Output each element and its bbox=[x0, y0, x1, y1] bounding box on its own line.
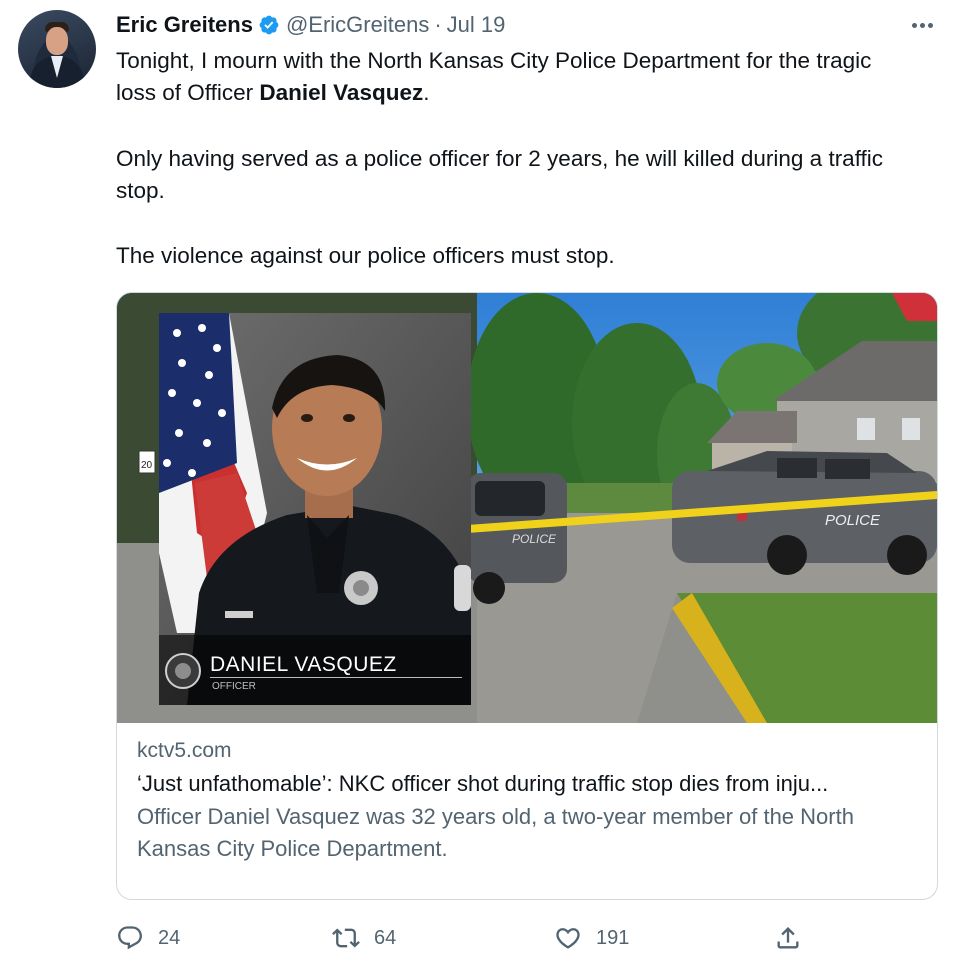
like-count: 191 bbox=[596, 926, 630, 949]
author-name[interactable]: Eric Greitens bbox=[116, 12, 253, 38]
p1-text: Tonight, I mourn with the North Kansas C… bbox=[116, 48, 872, 105]
author-handle[interactable]: @EricGreitens bbox=[286, 12, 429, 38]
officer-title-overlay: OFFICER bbox=[212, 681, 256, 692]
card-photo-svg: POLICE POLICE 20 DANIEL VASQUEZ OFFICER bbox=[117, 293, 937, 723]
card-image: POLICE POLICE 20 DANIEL VASQUEZ OFFICER bbox=[117, 293, 937, 723]
tweet-paragraph-3: The violence against our police officers… bbox=[116, 243, 615, 268]
like-icon bbox=[556, 928, 580, 949]
tweet-header: Eric Greitens @EricGreitens · Jul 19 bbox=[116, 10, 505, 40]
share-button[interactable] bbox=[774, 918, 816, 958]
car-police-text-left: POLICE bbox=[512, 532, 557, 546]
reply-button[interactable]: 24 bbox=[116, 918, 180, 958]
tweet-date[interactable]: Jul 19 bbox=[447, 12, 506, 38]
reply-icon bbox=[118, 926, 142, 950]
card-description: Officer Daniel Vasquez was 32 years old,… bbox=[137, 804, 854, 861]
card-headline: ‘Just unfathomable’: NKC officer shot du… bbox=[137, 771, 829, 796]
share-icon bbox=[777, 927, 799, 949]
retweet-button[interactable]: 64 bbox=[332, 918, 396, 958]
separator-dot: · bbox=[434, 12, 442, 37]
card-meta: kctv5.com ‘Just unfathomable’: NKC offic… bbox=[137, 735, 927, 865]
more-icon[interactable] bbox=[906, 14, 938, 36]
tweet-paragraph-2: Only having served as a police officer f… bbox=[116, 146, 884, 203]
verified-badge-icon bbox=[259, 15, 279, 35]
retweet-count: 64 bbox=[374, 926, 397, 949]
author-avatar[interactable] bbox=[18, 10, 96, 88]
car-police-text-right: POLICE bbox=[825, 512, 881, 529]
like-button[interactable]: 191 bbox=[554, 918, 629, 958]
p1-suffix: . bbox=[423, 80, 430, 105]
p1-bold-name: Daniel Vasquez bbox=[259, 80, 424, 105]
reply-count: 24 bbox=[158, 926, 181, 949]
card-domain: kctv5.com bbox=[137, 739, 232, 762]
officer-name-overlay: DANIEL VASQUEZ bbox=[210, 653, 397, 676]
link-preview-card[interactable]: POLICE POLICE 20 DANIEL VASQUEZ OFFICER … bbox=[116, 292, 938, 900]
tweet-actions: 24 64 191 bbox=[116, 918, 816, 958]
tweet-paragraph-1: Tonight, I mourn with the North Kansas C… bbox=[116, 45, 916, 109]
retweet-icon bbox=[332, 928, 360, 948]
speed-sign-number: 20 bbox=[141, 460, 153, 471]
